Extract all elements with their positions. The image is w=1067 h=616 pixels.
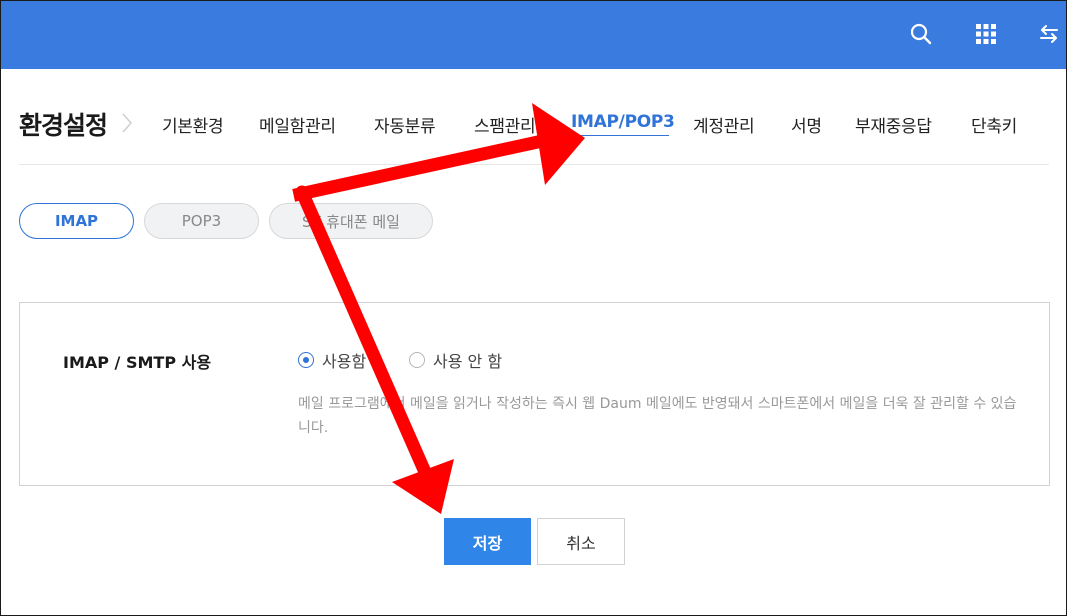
tab-mailbox[interactable]: 메일함관리 — [259, 112, 336, 137]
switch-icon[interactable] — [1036, 21, 1062, 47]
tab-auto-reply[interactable]: 부재중응답 — [855, 112, 932, 137]
active-tab-underline — [571, 135, 669, 136]
radio-use[interactable]: 사용함 — [298, 348, 366, 372]
help-text: 메일 프로그램에서 메일을 읽거나 작성하는 즉시 웹 Daum 메일에도 반영… — [298, 396, 1017, 436]
save-button[interactable]: 저장 — [444, 518, 531, 565]
subtab-sk-mobile-mail[interactable]: SK 휴대폰 메일 — [269, 203, 433, 239]
setting-label: IMAP / SMTP 사용 — [63, 353, 212, 372]
apps-grid-icon[interactable] — [973, 21, 999, 47]
nav-divider — [19, 164, 1049, 165]
radio-button-unchecked[interactable] — [409, 352, 425, 368]
settings-nav: 기본환경 메일함관리 자동분류 스팸관리 IMAP/POP3 계정관리 서명 부… — [0, 108, 1067, 140]
tab-basic[interactable]: 기본환경 — [162, 112, 224, 137]
subtab-imap[interactable]: IMAP — [19, 203, 134, 239]
radio-use-label: 사용함 — [322, 352, 367, 371]
tab-shortcuts[interactable]: 단축키 — [971, 112, 1017, 137]
tab-imap-pop3[interactable]: IMAP/POP3 — [571, 112, 675, 132]
cancel-button[interactable]: 취소 — [537, 518, 625, 565]
top-bar — [0, 0, 1067, 69]
tab-spam[interactable]: 스팸관리 — [474, 112, 536, 137]
search-icon[interactable] — [908, 21, 934, 47]
annotation-arrow-line — [292, 130, 564, 202]
tab-account[interactable]: 계정관리 — [693, 112, 755, 137]
radio-not-use-label: 사용 안 함 — [433, 352, 503, 371]
tab-auto-filter[interactable]: 자동분류 — [374, 112, 436, 137]
subtab-pop3[interactable]: POP3 — [144, 203, 259, 239]
radio-button-checked[interactable] — [298, 352, 314, 368]
radio-not-use[interactable]: 사용 안 함 — [409, 348, 502, 372]
tab-signature[interactable]: 서명 — [791, 112, 822, 137]
